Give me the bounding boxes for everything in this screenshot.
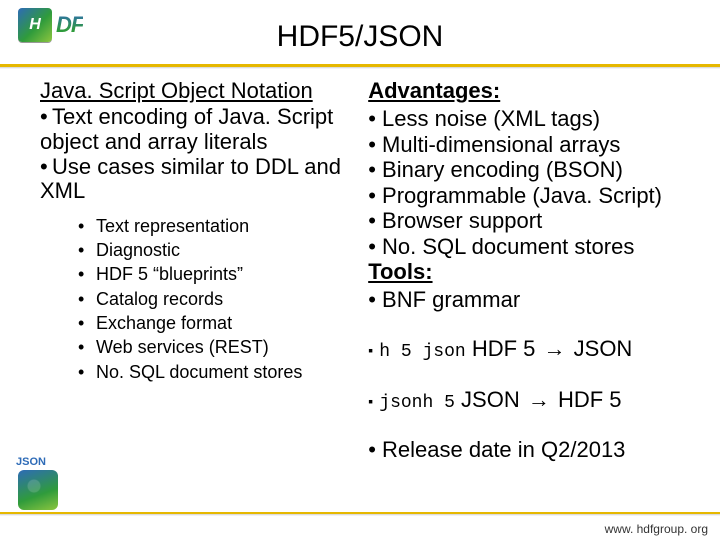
list-item: Web services (REST) (78, 335, 350, 359)
release-bullet: • Release date in Q2/2013 (368, 437, 700, 463)
tools-heading: Tools: (368, 259, 700, 285)
adv-bullet: • No. SQL document stores (368, 234, 700, 260)
tool1-cmd: h 5 json (379, 342, 465, 362)
footer-url: www. hdfgroup. org (605, 522, 708, 536)
adv-bullet: • Binary encoding (BSON) (368, 157, 700, 183)
adv-text: No. SQL document stores (382, 234, 634, 259)
list-item: HDF 5 “blueprints” (78, 262, 350, 286)
list-item: Catalog records (78, 287, 350, 311)
tools-bnf: • BNF grammar (368, 287, 700, 313)
list-item: No. SQL document stores (78, 360, 350, 384)
adv-text: Less noise (XML tags) (382, 106, 600, 131)
right-column: Advantages: • Less noise (XML tags) • Mu… (368, 78, 700, 502)
arrow-icon: → (544, 336, 566, 361)
left-bullet: •Use cases similar to DDL and XML (40, 155, 350, 204)
json-badge-label: JSON (16, 456, 46, 468)
left-bullet-text: Use cases similar to DDL and XML (40, 154, 341, 204)
adv-text: Binary encoding (BSON) (382, 157, 623, 182)
tool2-cmd: jsonh 5 (379, 393, 455, 413)
arrow-icon: → (528, 387, 550, 412)
tool-line-2: ▪ jsonh 5 JSON → HDF 5 (368, 386, 700, 415)
list-item: Text representation (78, 214, 350, 238)
release-text: Release date in Q2/2013 (382, 437, 625, 462)
divider-top (0, 64, 720, 69)
tool-line-1: ▪ h 5 json HDF 5 → JSON (368, 335, 700, 364)
adv-bullet: • Browser support (368, 208, 700, 234)
tool2-from: JSON (461, 387, 520, 412)
adv-bullet: • Multi-dimensional arrays (368, 132, 700, 158)
tool1-to: JSON (574, 336, 633, 361)
adv-text: Browser support (382, 208, 542, 233)
slide: H DF HDF5/JSON Java. Script Object Notat… (0, 0, 720, 540)
advantages-heading: Advantages: (368, 78, 700, 104)
tool1-from: HDF 5 (472, 336, 536, 361)
tool2-to: HDF 5 (558, 387, 622, 412)
bottom-logo: JSON (18, 470, 58, 510)
slide-title: HDF5/JSON (0, 20, 720, 54)
list-item: Diagnostic (78, 238, 350, 262)
adv-text: Multi-dimensional arrays (382, 132, 620, 157)
adv-bullet: • Less noise (XML tags) (368, 106, 700, 132)
adv-text: Programmable (Java. Script) (382, 183, 662, 208)
adv-bullet: • Programmable (Java. Script) (368, 183, 700, 209)
tools-bnf-text: BNF grammar (382, 287, 520, 312)
list-item: Exchange format (78, 311, 350, 335)
left-bullet-text: Text encoding of Java. Script object and… (40, 104, 333, 154)
content-columns: Java. Script Object Notation •Text encod… (40, 78, 700, 502)
left-bullet: •Text encoding of Java. Script object an… (40, 105, 350, 154)
left-sub-list: Text representation Diagnostic HDF 5 “bl… (78, 214, 350, 384)
divider-bottom (0, 512, 720, 516)
hdf-json-icon (18, 470, 58, 510)
json-heading: Java. Script Object Notation (40, 78, 350, 103)
left-column: Java. Script Object Notation •Text encod… (40, 78, 350, 502)
